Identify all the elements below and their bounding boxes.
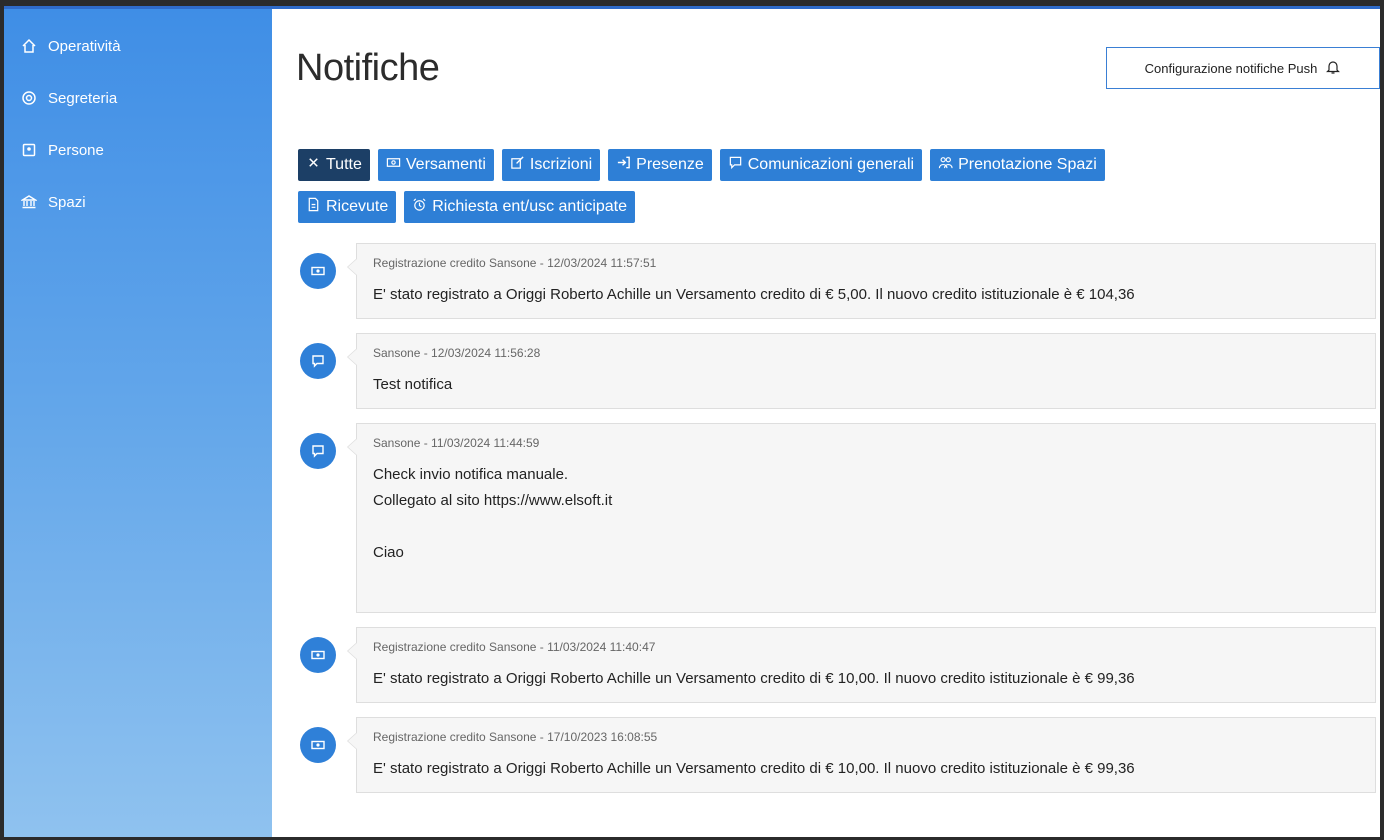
sidebar-item-label: Segreteria	[48, 89, 118, 107]
filter-ricevute[interactable]: Ricevute	[298, 191, 397, 223]
filter-label: Iscrizioni	[529, 156, 593, 173]
money-icon	[300, 637, 336, 673]
notification-body: E' stato registrato a Origgi Roberto Ach…	[373, 286, 1135, 303]
filter-iscrizioni[interactable]: Iscrizioni	[501, 149, 601, 181]
filter-versamenti[interactable]: Versamenti	[377, 149, 494, 181]
filter-label: Tutte	[326, 156, 362, 173]
notification-meta: Sansone - 11/03/2024 11:44:59	[373, 436, 540, 450]
money-icon	[300, 727, 336, 763]
notification-body: Test notifica	[373, 376, 453, 393]
filter-comunicazioni-generali[interactable]: Comunicazioni generali	[719, 149, 923, 181]
filter-bar: Tutte Versamenti Iscrizioni Presenze Com…	[298, 149, 1378, 233]
filter-label: Versamenti	[405, 156, 486, 173]
notification-list: Registrazione credito Sansone - 12/03/20…	[294, 243, 1376, 807]
sidebar-item-spazi[interactable]: Spazi	[18, 189, 86, 215]
sidebar-item-persone[interactable]: Persone	[18, 137, 104, 163]
people-icon	[938, 155, 953, 175]
main-content: Notifiche Configurazione notifiche Push …	[272, 9, 1380, 837]
sidebar-item-label: Operatività	[48, 37, 121, 55]
receipt-icon	[306, 197, 321, 217]
app-window: Operatività Segreteria Persone Spazi Not…	[4, 6, 1380, 837]
lifebuoy-icon	[18, 90, 40, 106]
sign-in-icon	[616, 155, 631, 175]
notification-body: E' stato registrato a Origgi Roberto Ach…	[373, 760, 1135, 777]
push-config-label: Configurazione notifiche Push	[1144, 60, 1318, 76]
comment-icon	[300, 433, 336, 469]
filter-label: Prenotazione Spazi	[958, 156, 1097, 173]
notification-item[interactable]: Registrazione credito Sansone - 12/03/20…	[294, 243, 1376, 319]
sidebar-item-label: Spazi	[48, 193, 86, 211]
filter-label: Ricevute	[326, 198, 389, 215]
notification-body: Check invio notifica manuale. Collegato …	[373, 466, 613, 561]
sidebar-item-operativita[interactable]: Operatività	[18, 33, 121, 59]
home-icon	[18, 38, 40, 54]
filter-prenotazione-spazi[interactable]: Prenotazione Spazi	[930, 149, 1105, 181]
filter-label: Presenze	[636, 156, 704, 173]
notification-card: Sansone - 12/03/2024 11:56:28 Test notif…	[347, 333, 1376, 409]
notification-card: Registrazione credito Sansone - 12/03/20…	[347, 243, 1376, 319]
money-icon	[386, 155, 401, 175]
notification-item[interactable]: Sansone - 11/03/2024 11:44:59 Check invi…	[294, 423, 1376, 613]
filter-tutte[interactable]: Tutte	[298, 149, 370, 181]
notification-item[interactable]: Sansone - 12/03/2024 11:56:28 Test notif…	[294, 333, 1376, 409]
notification-card: Sansone - 11/03/2024 11:44:59 Check invi…	[347, 423, 1376, 613]
money-icon	[300, 253, 336, 289]
notification-item[interactable]: Registrazione credito Sansone - 11/03/20…	[294, 627, 1376, 703]
notification-body: E' stato registrato a Origgi Roberto Ach…	[373, 670, 1135, 687]
filter-richiesta-ent-usc[interactable]: Richiesta ent/usc anticipate	[404, 191, 636, 223]
bell-icon	[1325, 59, 1341, 78]
notification-meta: Registrazione credito Sansone - 11/03/20…	[373, 640, 656, 654]
sidebar-item-segreteria[interactable]: Segreteria	[18, 85, 117, 111]
alarm-icon	[412, 197, 427, 217]
filter-label: Comunicazioni generali	[747, 156, 915, 173]
notification-card: Registrazione credito Sansone - 17/10/20…	[347, 717, 1376, 793]
comment-icon	[728, 155, 743, 175]
page-title: Notifiche	[296, 47, 440, 89]
notification-meta: Registrazione credito Sansone - 17/10/20…	[373, 730, 658, 744]
comment-icon	[300, 343, 336, 379]
edit-icon	[510, 155, 525, 175]
bank-icon	[18, 194, 40, 210]
close-icon	[306, 155, 321, 175]
filter-label: Richiesta ent/usc anticipate	[432, 198, 628, 215]
notification-card: Registrazione credito Sansone - 11/03/20…	[347, 627, 1376, 703]
sidebar-item-label: Persone	[48, 141, 104, 159]
id-card-icon	[18, 142, 40, 158]
notification-meta: Registrazione credito Sansone - 12/03/20…	[373, 256, 657, 270]
notification-item[interactable]: Registrazione credito Sansone - 17/10/20…	[294, 717, 1376, 793]
filter-presenze[interactable]: Presenze	[608, 149, 712, 181]
notification-meta: Sansone - 12/03/2024 11:56:28	[373, 346, 541, 360]
push-config-button[interactable]: Configurazione notifiche Push	[1106, 47, 1380, 89]
sidebar: Operatività Segreteria Persone Spazi	[4, 9, 272, 837]
